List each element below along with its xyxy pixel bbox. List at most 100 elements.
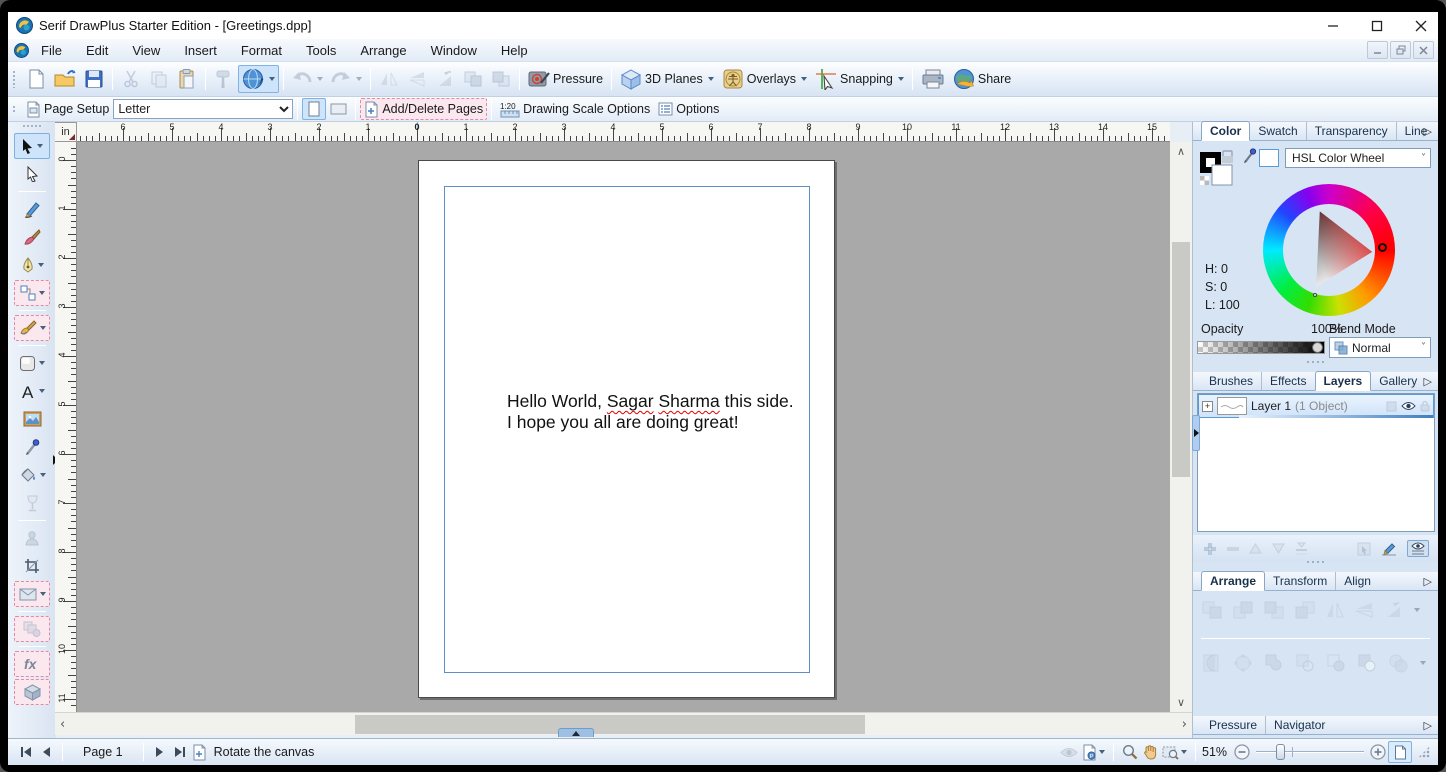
tab-layers[interactable]: Layers	[1314, 371, 1372, 391]
flip-vertical-button[interactable]	[1354, 601, 1374, 619]
combine-exclude-button[interactable]	[1356, 652, 1378, 674]
page-indicator[interactable]: Page 1	[83, 745, 123, 759]
rotate-object-button[interactable]	[431, 65, 459, 93]
child-minimize-button[interactable]	[1367, 41, 1388, 59]
zoom-tool-button[interactable]	[1120, 741, 1140, 763]
horizontal-scrollbar[interactable]: ‹ ›	[55, 712, 1192, 735]
vertical-scrollbar[interactable]: ∧ ∨	[1170, 142, 1192, 712]
connector-tool-dropdown[interactable]	[38, 291, 45, 295]
pan-tool-button[interactable]	[1140, 741, 1160, 763]
fit-page-button[interactable]	[1388, 741, 1412, 763]
minimize-button[interactable]	[1326, 19, 1340, 33]
export-preview-button[interactable]: P	[1080, 741, 1107, 763]
pressure-button[interactable]: Pressure	[524, 65, 607, 93]
send-to-back-button[interactable]	[1294, 600, 1316, 620]
paintbrush-tool[interactable]	[14, 224, 50, 250]
bring-to-front-button[interactable]	[1201, 600, 1223, 620]
current-color-chip[interactable]	[1259, 149, 1279, 167]
tab-pressure[interactable]: Pressure	[1201, 716, 1265, 734]
menu-tools[interactable]: Tools	[294, 40, 348, 61]
quickshape-tool[interactable]	[14, 350, 50, 376]
flip-horizontal-button[interactable]	[375, 65, 403, 93]
crop-overlap-button[interactable]	[1387, 652, 1409, 674]
undo-button[interactable]	[288, 65, 327, 93]
pencil-tool[interactable]	[14, 196, 50, 222]
text-tool[interactable]: A	[14, 378, 50, 404]
page-setup-button[interactable]: Page Setup	[22, 98, 113, 120]
tab-effects[interactable]: Effects	[1261, 372, 1314, 390]
select-objects-button[interactable]	[1357, 542, 1371, 556]
fill-tool[interactable]	[14, 462, 50, 488]
hsl-color-wheel[interactable]	[1263, 184, 1395, 316]
layer-row[interactable]: + Layer 1 (1 Object)	[1198, 394, 1434, 418]
cut-button[interactable]	[117, 65, 145, 93]
move-backward-button[interactable]	[1263, 600, 1285, 620]
tab-color[interactable]: Color	[1201, 121, 1251, 141]
hsl-triangle[interactable]	[1316, 211, 1373, 287]
color-eyedropper-icon[interactable]	[1243, 148, 1257, 164]
bottom-panel-expand-arrow[interactable]: ▷	[1424, 719, 1432, 732]
save-button[interactable]	[80, 65, 108, 93]
rotate-canvas-dropdown-arrow[interactable]	[269, 77, 275, 81]
scroll-left-arrow[interactable]: ‹	[60, 718, 65, 731]
maximize-button[interactable]	[1370, 19, 1384, 33]
color-mode-dropdown[interactable]: HSL Color Wheel ˅	[1285, 148, 1431, 168]
zoom-slider[interactable]	[1256, 742, 1364, 762]
insert-picture-tool[interactable]	[14, 406, 50, 432]
layer-visibility-eye-icon[interactable]	[1401, 401, 1416, 411]
share-button[interactable]: Share	[949, 65, 1015, 93]
print-button[interactable]	[917, 65, 949, 93]
move-layer-down-button[interactable]	[1272, 543, 1285, 554]
redo-dropdown-arrow[interactable]	[356, 77, 362, 81]
combine-dropdown-arrow[interactable]	[1420, 661, 1426, 665]
3d-planes-button[interactable]: 3D Planes	[616, 65, 718, 93]
tab-gallery[interactable]: Gallery	[1371, 372, 1425, 390]
canvas-area[interactable]: Hello World, Sagar Sharma this side. I ho…	[77, 142, 1170, 712]
quickshape-tool-dropdown[interactable]	[39, 361, 45, 365]
overlays-dropdown-arrow[interactable]	[801, 77, 808, 81]
undo-dropdown-arrow[interactable]	[317, 77, 323, 81]
tab-arrange[interactable]: Arrange	[1201, 571, 1266, 591]
snapping-dropdown-arrow[interactable]	[897, 77, 904, 81]
vertical-ruler[interactable]: 0 1 2 3 4 5 6 7 8 9 10 11	[55, 142, 77, 712]
transparency-tool[interactable]	[14, 490, 50, 516]
rotate-button[interactable]	[1383, 601, 1403, 619]
open-button[interactable]	[50, 65, 80, 93]
crop-tool[interactable]	[14, 553, 50, 579]
horizontal-ruler[interactable]: 6 5 4 3 2 1 0 1 2 3 4 5 6 7 8 9 10 11 12 13 14 15	[77, 122, 1170, 142]
add-layer-button[interactable]	[1203, 542, 1217, 556]
portrait-tool[interactable]	[14, 525, 50, 551]
combine-intersect-button[interactable]	[1325, 652, 1347, 674]
hue-marker[interactable]	[1378, 243, 1387, 252]
hintline-pull-tab[interactable]	[558, 728, 594, 737]
text-tool-dropdown[interactable]	[38, 389, 45, 393]
layer-visibility-toggle-button[interactable]	[1407, 540, 1429, 557]
connector-tool[interactable]	[14, 280, 50, 306]
landscape-orientation-button[interactable]	[326, 98, 351, 120]
edit-nodes-button[interactable]	[1232, 652, 1254, 674]
document-page[interactable]: Hello World, Sagar Sharma this side. I ho…	[418, 160, 835, 698]
tab-swatch[interactable]: Swatch	[1250, 122, 1305, 140]
tab-transform[interactable]: Transform	[1265, 572, 1335, 590]
layer-expand-box[interactable]: +	[1202, 400, 1213, 412]
child-restore-button[interactable]	[1390, 41, 1411, 59]
format-painter-button[interactable]	[210, 65, 238, 93]
merge-layers-button[interactable]	[1295, 542, 1308, 555]
redo-button[interactable]	[327, 65, 366, 93]
color-panel-expand-arrow[interactable]: ▷	[1424, 125, 1432, 138]
zoom-region-dropdown-arrow[interactable]	[1181, 750, 1187, 754]
fill-line-swatch-widget[interactable]	[1199, 149, 1239, 191]
pen-tool-dropdown[interactable]	[37, 263, 44, 267]
flip-horizontal-button[interactable]	[1325, 601, 1345, 619]
preview-eye-button[interactable]	[1058, 741, 1080, 763]
arrange-panel-expand-arrow[interactable]: ▷	[1424, 575, 1432, 588]
saturation-lightness-marker[interactable]	[1313, 293, 1317, 297]
pointer-tool[interactable]	[14, 133, 50, 159]
opacity-slider[interactable]	[1197, 341, 1325, 354]
paper-size-select[interactable]: Letter	[113, 99, 294, 119]
zoom-out-button[interactable]	[1232, 741, 1252, 763]
resize-grip[interactable]	[1418, 746, 1430, 758]
menu-edit[interactable]: Edit	[74, 40, 120, 61]
add-delete-pages-button[interactable]: Add/Delete Pages	[360, 98, 488, 120]
portrait-orientation-button[interactable]	[302, 98, 327, 120]
